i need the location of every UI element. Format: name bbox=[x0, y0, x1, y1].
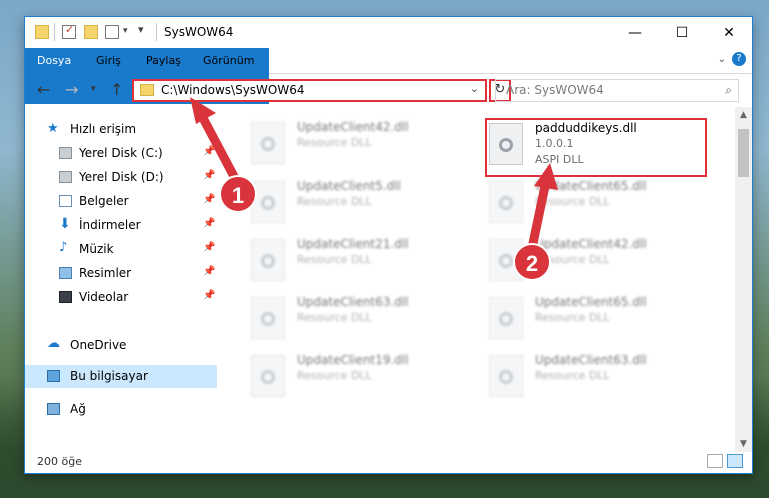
callout-arrow-1 bbox=[190, 97, 243, 189]
callout-arrow-2 bbox=[527, 163, 558, 253]
callout-badge-1: 1 bbox=[219, 175, 257, 213]
callout-arrows bbox=[190, 97, 558, 253]
callout-badge-2: 2 bbox=[513, 243, 551, 281]
